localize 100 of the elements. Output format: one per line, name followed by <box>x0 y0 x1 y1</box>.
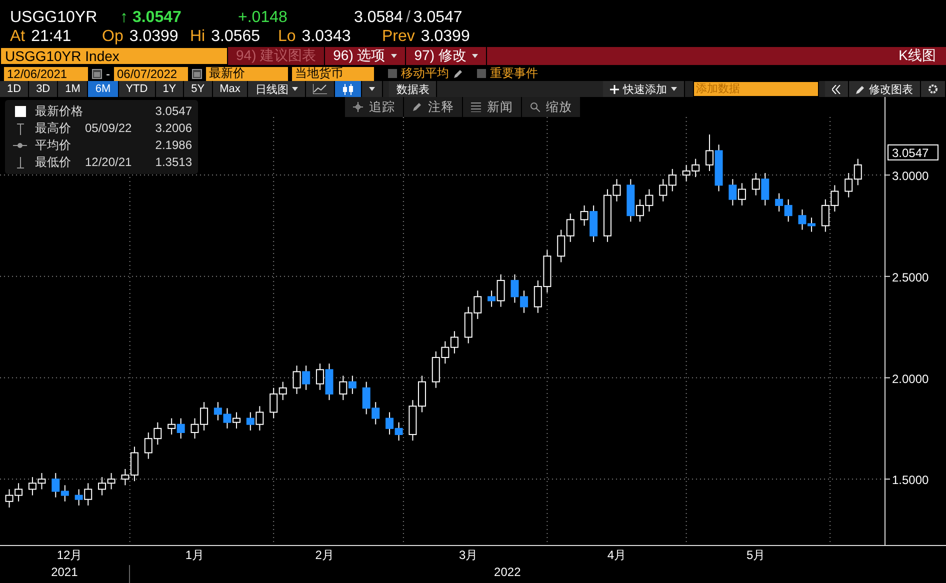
candlestick <box>543 250 552 294</box>
low-marker-icon <box>16 156 24 168</box>
frequency-dropdown[interactable]: 日线图 <box>248 81 306 97</box>
month-label: 5月 <box>746 547 766 564</box>
last-price-tag: 3.0547 <box>888 144 938 160</box>
candlestick <box>450 330 458 354</box>
candlestick <box>144 432 152 460</box>
annotation-tool-button[interactable]: 缩放 <box>522 97 580 117</box>
caret-icon <box>369 87 376 91</box>
start-date-field[interactable]: 12/06/2021 <box>4 66 88 80</box>
candlestick <box>316 363 324 390</box>
style-dropdown[interactable] <box>362 81 384 97</box>
candlestick <box>659 178 668 202</box>
candlestick <box>464 306 472 344</box>
candlestick <box>200 402 208 431</box>
candlestick <box>808 217 816 232</box>
candlestick <box>854 158 862 186</box>
candlestick <box>394 422 403 442</box>
annotation-tool-button[interactable]: 注释 <box>404 97 462 117</box>
quote-value: 3.0343 <box>302 28 351 46</box>
candlestick <box>5 488 14 508</box>
data-table-button[interactable]: 数据表 <box>389 81 438 97</box>
axis-tick-label: 3.0000 <box>892 169 929 184</box>
legend-date: 12/20/21 <box>85 154 133 171</box>
legend-label: 最高价 <box>35 120 72 137</box>
period-tab[interactable]: 1Y <box>156 81 184 97</box>
month-label: 4月 <box>607 547 626 564</box>
candlestick <box>645 188 654 212</box>
currency-dropdown[interactable]: 当地货币 <box>292 66 374 80</box>
axis-tick-label: 1.5000 <box>892 473 929 488</box>
settings-icon <box>928 84 938 94</box>
quote-label: Op <box>102 28 124 46</box>
annotation-tool-button[interactable]: 新闻 <box>463 97 521 117</box>
candlestick <box>474 290 482 320</box>
period-tab[interactable]: 1M <box>58 81 88 97</box>
candlestick <box>84 482 92 506</box>
collapse-button[interactable] <box>825 81 849 97</box>
candlestick <box>168 418 176 436</box>
quote-label: At <box>10 28 26 46</box>
period-tab[interactable]: 3D <box>29 81 58 97</box>
price-field-dropdown[interactable]: 最新价 <box>206 66 288 80</box>
candlestick <box>761 172 770 206</box>
add-data-field[interactable]: 添加数据 <box>693 81 819 97</box>
crosshair-icon <box>353 102 363 112</box>
candlestick-icon[interactable] <box>335 81 362 97</box>
candlestick <box>190 418 199 440</box>
quote-value: 3.0399 <box>420 28 470 46</box>
annotation-tool-button[interactable]: 追踪 <box>345 97 403 117</box>
candlestick <box>348 375 356 394</box>
checkbox[interactable] <box>388 69 397 78</box>
candlestick <box>752 172 760 196</box>
candlestick <box>107 472 116 490</box>
double-chevron-icon <box>832 84 841 94</box>
month-label: 3月 <box>459 547 478 564</box>
settings-button[interactable] <box>921 81 946 97</box>
period-tab[interactable]: 6M <box>88 81 119 97</box>
legend-value: 1.3513 <box>154 154 193 171</box>
period-tab[interactable]: YTD <box>118 81 156 97</box>
checkbox[interactable] <box>477 69 486 78</box>
quote-value: 3.0565 <box>211 28 260 46</box>
pencil-icon[interactable] <box>453 68 463 78</box>
month-label: 1月 <box>185 547 204 564</box>
line-chart-icon[interactable] <box>306 81 336 97</box>
security-field[interactable]: USGG10YR Index <box>0 47 228 65</box>
edit-chart-button[interactable]: 修改图表 <box>849 81 921 97</box>
candlestick <box>798 209 806 230</box>
calendar-icon[interactable] <box>92 68 102 79</box>
pencil-icon <box>412 102 422 112</box>
candlestick <box>682 164 690 182</box>
price-change: +.0148 <box>238 8 288 26</box>
end-date-field[interactable]: 06/07/2022 <box>114 66 188 80</box>
calendar-icon[interactable] <box>192 68 202 79</box>
last-price: ↑ 3.0547 <box>120 8 182 26</box>
candlestick <box>510 274 519 304</box>
period-tab[interactable]: Max <box>212 81 248 97</box>
month-label: 12月 <box>56 547 82 564</box>
candlestick <box>534 280 542 314</box>
legend-label: 平均价 <box>35 137 72 154</box>
quick-add-button[interactable]: 快速添加 <box>603 81 685 97</box>
month-label: 2月 <box>315 547 334 564</box>
candlestick <box>154 422 162 446</box>
candlestick <box>844 172 853 198</box>
candlestick <box>98 476 106 496</box>
legend-value: 3.0547 <box>154 103 193 120</box>
chart-type-label: K线图 <box>898 47 937 65</box>
candlestick <box>557 229 566 263</box>
search-icon <box>530 102 540 112</box>
candlestick <box>28 476 36 496</box>
period-tab[interactable]: 1D <box>0 81 30 97</box>
quote-label: Hi <box>190 28 206 46</box>
quote-label: Prev <box>382 28 415 46</box>
axis-tick-label: 2.0000 <box>892 372 929 386</box>
price-separator: / <box>406 8 410 26</box>
ask-price: 3.0547 <box>413 8 462 26</box>
period-tab[interactable]: 5Y <box>184 81 213 97</box>
quote-value: 3.0399 <box>129 28 178 46</box>
axis-tick-label: 2.5000 <box>892 270 929 284</box>
news-icon <box>471 102 481 112</box>
caret-icon <box>671 87 677 91</box>
candlestick <box>784 198 792 222</box>
